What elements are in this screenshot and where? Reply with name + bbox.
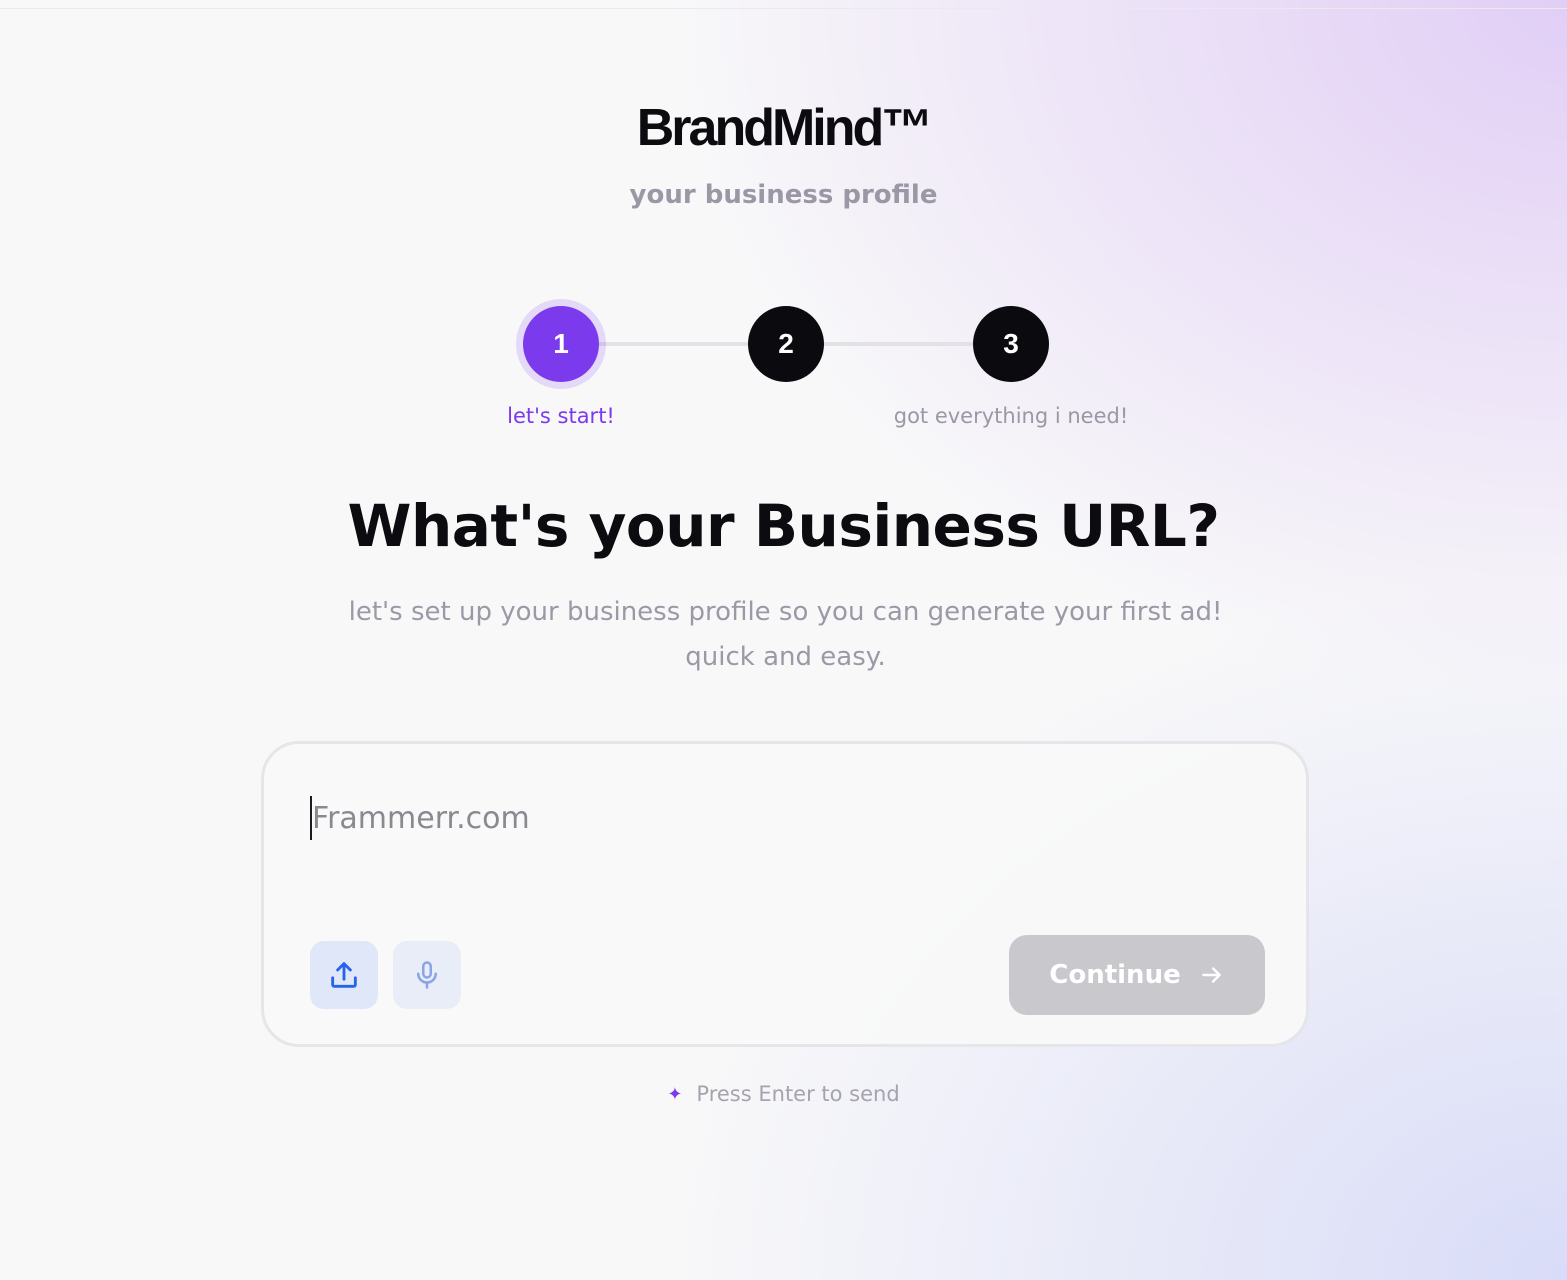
brand-logo: BrandMind™ bbox=[636, 99, 934, 157]
page-title: What's your Business URL? bbox=[347, 492, 1220, 560]
continue-button-label: Continue bbox=[1049, 960, 1181, 990]
step-connector-2 bbox=[822, 342, 976, 346]
keyboard-hint: ✦ Press Enter to send bbox=[0, 1082, 1567, 1106]
continue-button[interactable]: Continue bbox=[1009, 935, 1265, 1015]
upload-icon bbox=[331, 962, 357, 988]
arrow-right-icon bbox=[1201, 967, 1221, 983]
microphone-button[interactable] bbox=[393, 941, 461, 1009]
business-url-input[interactable] bbox=[310, 796, 1210, 840]
microphone-icon bbox=[417, 961, 437, 989]
hint-text: Press Enter to send bbox=[696, 1082, 900, 1106]
page-description: let's set up your business profile so yo… bbox=[348, 597, 1223, 672]
step-2-circle[interactable]: 2 bbox=[748, 306, 824, 382]
step-3-circle[interactable]: 3 bbox=[973, 306, 1049, 382]
top-divider bbox=[0, 8, 1567, 9]
step-1-label: let's start! bbox=[507, 404, 615, 428]
step-connector-1 bbox=[598, 342, 751, 346]
step-1-circle[interactable]: 1 bbox=[523, 306, 599, 382]
upload-button[interactable] bbox=[310, 941, 378, 1009]
sparkle-icon: ✦ bbox=[667, 1083, 683, 1105]
url-input-card: Continue bbox=[261, 741, 1309, 1047]
step-3-label: got everything i need! bbox=[893, 404, 1129, 428]
page-subtitle: your business profile bbox=[629, 180, 938, 210]
